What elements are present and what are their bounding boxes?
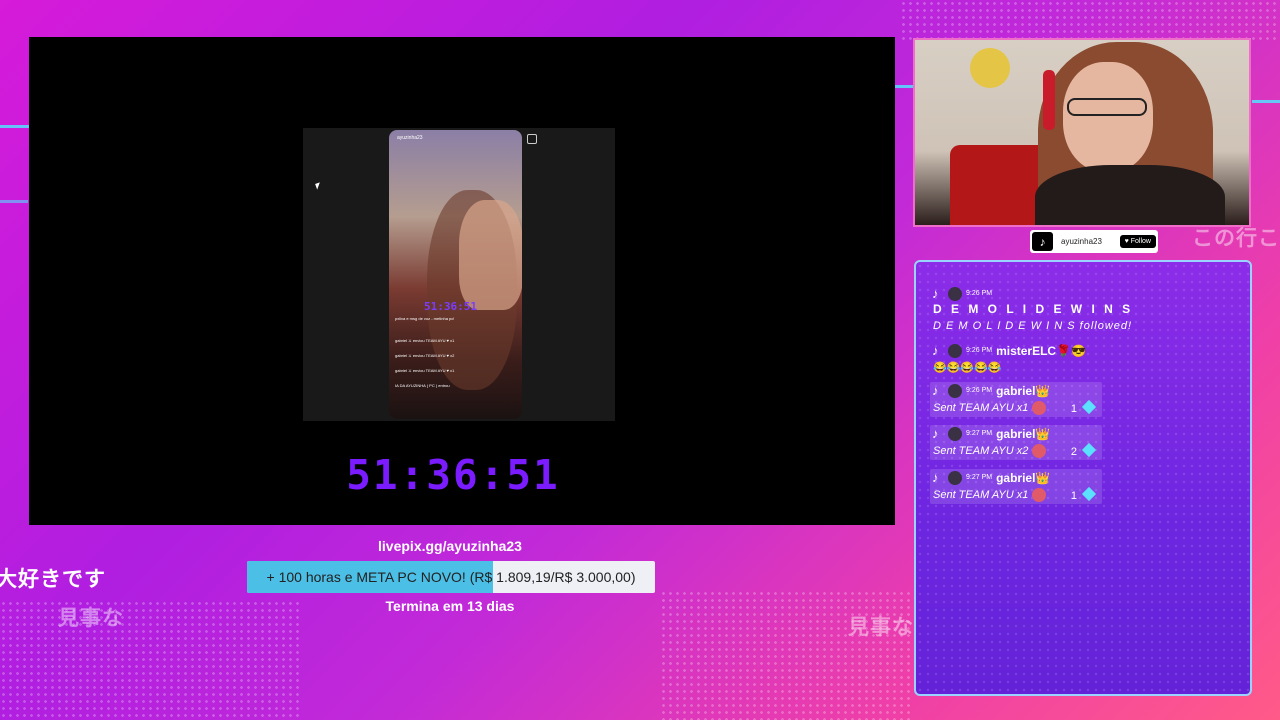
tiktok-icon: ♪ — [932, 426, 939, 441]
phone-chat-row: gabriel ⚔ enviou TEAM AYU ♥ x2 — [395, 353, 455, 358]
chat-message: ♪ 9:26 PM D E M O L I D E W I N S D E M … — [930, 285, 1133, 332]
message-username: gabriel👑 — [996, 383, 1051, 398]
diamond-icon — [1081, 399, 1097, 414]
cam-balloon — [970, 48, 1010, 88]
phone-username: ayuzinha23 — [397, 135, 423, 141]
countdown-timer: 51:36:51 — [346, 451, 560, 499]
message-time: 9:26 PM — [966, 387, 993, 394]
screen-capture-panel: ayuzinha23 51:36:51 pxliva e msg de voz … — [29, 37, 895, 525]
message-text: D E M O L I D E W I N S followed! — [933, 320, 1133, 332]
chat-message: ♪ 9:27 PM gabriel👑 Sent TEAM AYU x1 1 — [930, 469, 1102, 504]
cam-person-body — [1035, 165, 1225, 225]
tiktok-icon: ♪ — [932, 383, 939, 398]
avatar — [948, 426, 962, 441]
follow-button[interactable]: ♥ Follow — [1119, 235, 1156, 248]
livepix-url[interactable]: livepix.gg/ayuzinha23 — [250, 538, 650, 554]
avatar — [948, 470, 962, 485]
message-text: Sent TEAM AYU x1 — [933, 489, 1029, 501]
goal-label: + 100 horas e META PC NOVO! (R$ 1.809,19… — [266, 569, 636, 585]
bg-japanese-text: 見事な — [848, 615, 914, 639]
message-time: 9:26 PM — [966, 290, 993, 297]
message-text: Sent TEAM AYU x1 — [933, 402, 1029, 414]
message-username: misterELC🌹😎 — [996, 343, 1086, 358]
phone-chat-row: IA DA AYUZINHA ( PC ) entrou — [395, 383, 450, 388]
phone-chat-row: gabriel ⚔ enviou TEAM AYU ♥ x1 — [395, 368, 455, 373]
phone-caption: pxliva e msg de voz - metinha pc! — [395, 316, 455, 321]
phone-timer: 51:36:51 — [424, 300, 477, 313]
diamond-icon — [1081, 442, 1097, 457]
chat-message: ♪ 9:26 PM misterELC🌹😎 😂😂😂😂😂 — [930, 342, 1086, 374]
avatar — [948, 383, 962, 398]
gift-icon — [1032, 444, 1047, 458]
tiktok-icon: ♪ — [932, 286, 939, 301]
screenshot-icon[interactable] — [527, 134, 537, 144]
tiktok-icon: ♪ — [932, 470, 939, 485]
message-time: 9:27 PM — [966, 474, 993, 481]
gift-icon — [1032, 488, 1047, 502]
chat-message: ♪ 9:26 PM gabriel👑 Sent TEAM AYU x1 1 — [930, 382, 1102, 417]
bg-dots — [660, 590, 910, 720]
cam-headset — [1043, 70, 1055, 130]
gift-count: 2 — [1071, 442, 1102, 458]
avatar — [948, 286, 962, 301]
message-username: D E M O L I D E W I N S — [933, 302, 1134, 316]
bg-japanese-text: 見事な — [58, 606, 124, 630]
gift-icon — [1032, 401, 1047, 415]
message-username: gabriel👑 — [996, 470, 1051, 485]
goal-progress-bar: + 100 horas e META PC NOVO! (R$ 1.809,19… — [247, 561, 655, 593]
bg-dots — [0, 600, 300, 720]
webcam-feed — [913, 38, 1251, 227]
tiktok-icon: ♪ — [932, 343, 939, 358]
tag-username: ayuzinha23 — [1061, 237, 1102, 246]
tiktok-icon: ♪ — [1032, 232, 1053, 251]
tiktok-username-tag: ♪ ayuzinha23 ♥ Follow — [1030, 230, 1158, 253]
bg-stripe — [895, 85, 913, 88]
bg-stripe — [0, 200, 28, 203]
phone-mirror-video: ayuzinha23 51:36:51 pxliva e msg de voz … — [389, 130, 522, 419]
chat-message: ♪ 9:27 PM gabriel👑 Sent TEAM AYU x2 2 — [930, 425, 1102, 460]
bg-stripe — [0, 125, 30, 128]
bg-japanese-text: 大好きです — [0, 567, 106, 591]
message-username: gabriel👑 — [996, 426, 1051, 441]
goal-ends-text: Termina em 13 dias — [385, 598, 515, 614]
message-time: 9:27 PM — [966, 430, 993, 437]
phone-chat-row: gabriel ⚔ enviou TEAM AYU ♥ x1 — [395, 338, 455, 343]
bg-stripe — [1252, 100, 1280, 103]
diamond-icon — [1081, 486, 1097, 501]
bg-dots — [900, 0, 1280, 40]
message-time: 9:26 PM — [966, 347, 993, 354]
message-text: Sent TEAM AYU x2 — [933, 445, 1029, 457]
gift-count: 1 — [1071, 399, 1102, 415]
message-text: 😂😂😂😂😂 — [933, 362, 1002, 374]
phone-person-face — [459, 200, 522, 310]
gift-count: 1 — [1071, 486, 1102, 502]
cam-person-face — [1063, 62, 1153, 172]
cam-glasses — [1067, 98, 1147, 116]
chat-panel: ♪ 9:26 PM D E M O L I D E W I N S D E M … — [914, 260, 1252, 696]
avatar — [948, 343, 962, 358]
